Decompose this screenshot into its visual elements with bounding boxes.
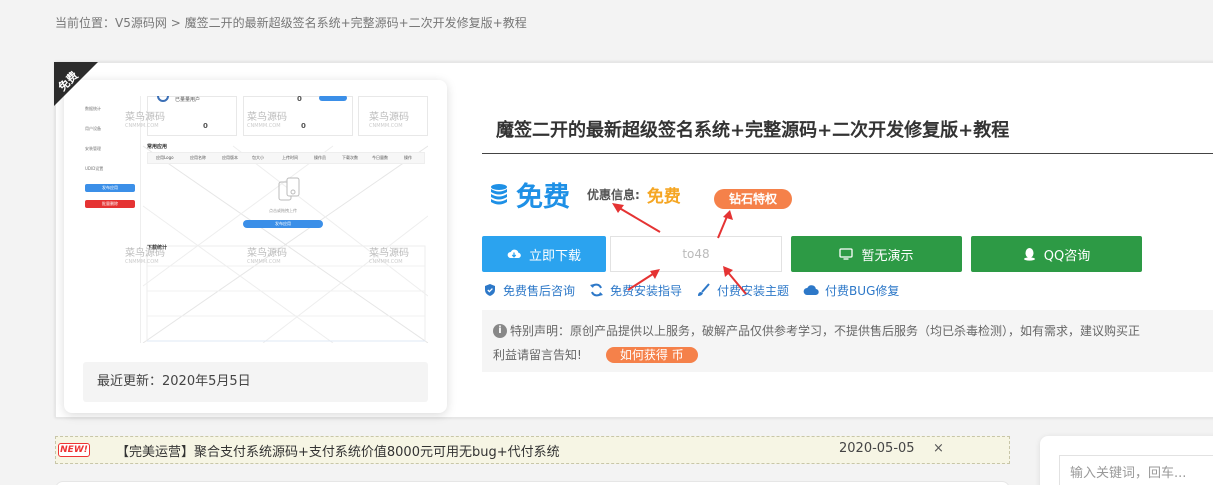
product-title: 魔签二开的最新超级签名系统+完整源码+二次开发修复版+教程	[496, 120, 1010, 141]
breadcrumb-home-link[interactable]: V5源码网	[115, 16, 167, 30]
thumb-col: 上传时间	[282, 155, 298, 160]
news-close-button[interactable]: ×	[933, 441, 944, 456]
thumb-stat-value: 0	[297, 96, 302, 103]
how-to-get-coins-button[interactable]: 如何获得 币	[605, 347, 698, 363]
thumb-table-header: 应用Logo 应用名称 应用版本 包大小 上传时间 操作员 下载次数 今日量数 …	[147, 152, 425, 164]
thumb-delete-button: 批量删除	[85, 200, 135, 208]
service-label: 付费BUG修复	[825, 283, 900, 298]
red-arrow-icon	[717, 210, 733, 239]
download-button-label: 立即下载	[528, 248, 581, 264]
watermark: 菜鸟源码 CNMMM.COM	[125, 108, 165, 129]
thumbnail-sidebar: 数据统计 用户设备 安装管理 UDID设置 发布应用 批量删除	[83, 96, 141, 343]
special-notice: i 特别声明：原创产品提供以上服务，破解产品仅供参考学习，不提供售后服务（均已杀…	[482, 310, 1213, 372]
watermark-text: 菜鸟源码	[247, 248, 287, 259]
thumb-stat-value: 0	[203, 122, 208, 130]
refresh-icon	[590, 283, 604, 297]
demo-button-label: 暂无演示	[861, 248, 914, 264]
news-link[interactable]: 【完美运营】聚合支付系统源码+支付系统价值8000元可用无bug+代付系统	[116, 441, 560, 460]
product-thumbnail[interactable]: 数据统计 用户设备 安装管理 UDID设置 发布应用 批量删除 已量量用户 0 …	[83, 96, 428, 343]
brush-icon	[698, 282, 710, 296]
watermark-sub: CNMMM.COM	[125, 123, 159, 129]
free-ribbon: 免费	[54, 62, 98, 106]
thumb-publish-button: 发布应用	[85, 184, 135, 192]
thumb-col: 今日量数	[372, 155, 388, 160]
watermark: 菜鸟源码 CNMMM.COM	[369, 244, 409, 265]
demo-button[interactable]: 暂无演示	[791, 236, 962, 272]
thumb-upload-label: 点击或拖拽上传	[269, 208, 297, 213]
shield-icon	[485, 284, 495, 296]
service-label: 免费售后咨询	[503, 283, 576, 298]
monitor-icon	[839, 248, 854, 260]
service-links: 免费售后咨询 免费安装指导 付费安装主题 付费BUG修复	[483, 281, 913, 299]
coins-icon	[491, 184, 507, 205]
breadcrumb: 当前位置：V5源码网 > 魔签二开的最新超级签名系统+完整源码+二次开发修复版+…	[55, 14, 527, 31]
red-arrow-icon	[627, 269, 660, 291]
thumb-blue-pill	[319, 96, 347, 101]
watermark-sub: CNMMM.COM	[369, 259, 403, 265]
red-arrow-icon	[723, 266, 747, 295]
thumb-col: 应用版本	[222, 155, 238, 160]
qq-consult-button[interactable]: QQ咨询	[971, 236, 1142, 272]
search-input[interactable]	[1059, 455, 1213, 485]
watermark-sub: CNMMM.COM	[247, 123, 281, 129]
download-button[interactable]: 立即下载	[482, 236, 606, 272]
thumb-upload-icon	[278, 177, 300, 201]
thumb-stat-value: 0	[301, 122, 306, 130]
qq-button-label: QQ咨询	[1043, 248, 1091, 264]
thumb-menu-item: UDID设置	[85, 166, 104, 171]
watermark-text: 菜鸟源码	[125, 112, 165, 123]
thumb-col: 操作员	[314, 155, 326, 160]
watermark: 菜鸟源码 CNMMM.COM	[247, 244, 287, 265]
cloud-icon	[803, 285, 819, 296]
thumb-upload-button: 发布应用	[243, 220, 323, 228]
watermark-sub: CNMMM.COM	[247, 259, 281, 265]
thumb-menu-item: 安装管理	[85, 146, 101, 151]
breadcrumb-prefix: 当前位置：	[55, 16, 116, 30]
watermark-text: 菜鸟源码	[125, 248, 165, 259]
new-badge: NEW!	[58, 443, 90, 457]
free-ribbon-label: 免费	[55, 68, 81, 94]
qq-icon	[1023, 248, 1035, 261]
cloud-download-icon	[507, 249, 521, 259]
thumb-section-title: 常用应用	[147, 144, 168, 150]
service-after-sales[interactable]: 免费售后咨询	[483, 282, 575, 299]
news-date: 2020-05-05	[839, 441, 915, 456]
info-icon: i	[493, 324, 507, 338]
last-updated: 最近更新：2020年5月5日	[83, 362, 428, 402]
diamond-privilege-badge[interactable]: 钻石特权	[714, 189, 792, 209]
watermark-sub: CNMMM.COM	[369, 123, 403, 129]
watermark-sub: CNMMM.COM	[125, 259, 159, 265]
breadcrumb-separator: >	[166, 16, 185, 30]
breadcrumb-current[interactable]: 魔签二开的最新超级签名系统+完整源码+二次开发修复版+教程	[185, 16, 527, 30]
service-bug-fix[interactable]: 付费BUG修复	[803, 282, 899, 299]
news-ticker: NEW! 【完美运营】聚合支付系统源码+支付系统价值8000元可用无bug+代付…	[55, 436, 1010, 464]
watermark-text: 菜鸟源码	[247, 112, 287, 123]
thumb-col: 下载次数	[342, 155, 358, 160]
watermark: 菜鸟源码 CNMMM.COM	[125, 244, 165, 265]
notice-line-1: 特别声明：原创产品提供以上服务，破解产品仅供参考学习，不提供售后服务（均已杀毒检…	[510, 324, 1141, 338]
thumb-col: 操作	[404, 155, 412, 160]
thumb-col: 应用Logo	[156, 155, 174, 160]
price-value: 免费	[516, 181, 570, 213]
red-arrow-icon	[612, 203, 661, 233]
watermark: 菜鸟源码 CNMMM.COM	[369, 108, 409, 129]
thumb-stat-label: 已量量用户	[175, 97, 201, 103]
notice-line-2: 利益请留言告知!	[493, 348, 582, 362]
watermark: 菜鸟源码 CNMMM.COM	[247, 108, 287, 129]
thumb-col: 包大小	[252, 155, 264, 160]
content-card-below	[55, 481, 1010, 485]
watermark-text: 菜鸟源码	[369, 112, 409, 123]
title-divider	[482, 153, 1213, 154]
watermark-text: 菜鸟源码	[369, 248, 409, 259]
thumb-col: 应用名称	[190, 155, 206, 160]
